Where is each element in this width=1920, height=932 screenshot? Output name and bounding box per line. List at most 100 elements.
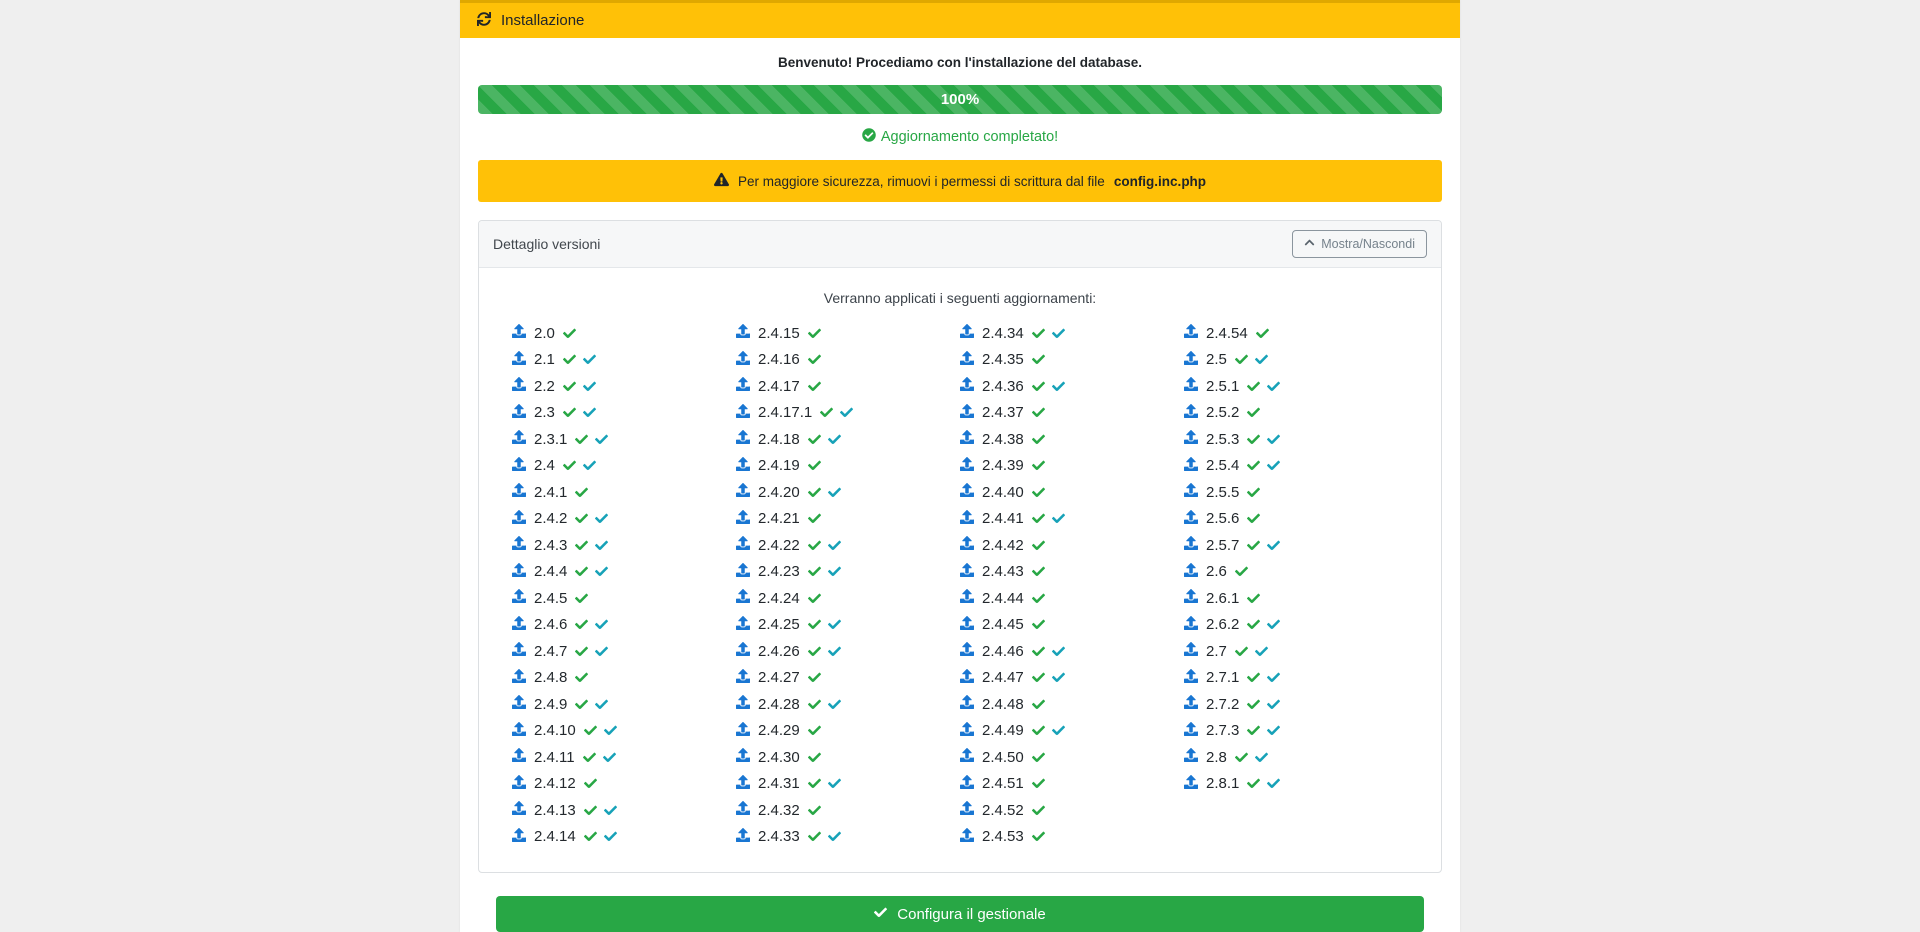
sync-icon — [477, 12, 491, 30]
version-label: 2.4.9 — [534, 696, 567, 713]
configure-button[interactable]: Configura il gestionale — [496, 896, 1424, 932]
version-item: 2.6.2 — [1184, 612, 1408, 639]
green-check-icon — [1032, 433, 1045, 446]
teal-check-icon — [604, 830, 617, 843]
upload-icon — [736, 828, 750, 846]
version-label: 2.4.30 — [758, 749, 800, 766]
green-check-icon — [563, 327, 576, 340]
green-check-icon — [808, 751, 821, 764]
green-check-icon — [1235, 645, 1248, 658]
upload-icon — [736, 404, 750, 422]
upload-icon — [960, 510, 974, 528]
version-checks — [575, 592, 588, 605]
upload-icon — [736, 483, 750, 501]
green-check-icon — [1032, 645, 1045, 658]
upload-icon — [512, 536, 526, 554]
version-label: 2.4.29 — [758, 722, 800, 739]
green-check-icon — [1032, 751, 1045, 764]
version-checks — [575, 618, 608, 631]
installer-content: Benvenuto! Procediamo con l'installazion… — [460, 55, 1460, 932]
green-check-icon — [1256, 327, 1269, 340]
version-checks — [575, 539, 608, 552]
upload-icon — [960, 616, 974, 634]
green-check-icon — [808, 671, 821, 684]
version-checks — [1247, 380, 1280, 393]
version-checks — [1247, 486, 1260, 499]
version-label: 2.4.14 — [534, 828, 576, 845]
version-label: 2.4.10 — [534, 722, 576, 739]
version-checks — [1032, 777, 1045, 790]
upload-icon — [1184, 695, 1198, 713]
version-item: 2.1 — [512, 347, 736, 374]
teal-check-icon — [595, 565, 608, 578]
version-checks — [1032, 327, 1065, 340]
version-label: 2.4.50 — [982, 749, 1024, 766]
green-check-icon — [1247, 539, 1260, 552]
upload-icon — [1184, 669, 1198, 687]
version-checks — [1032, 830, 1045, 843]
version-checks — [1032, 565, 1045, 578]
version-item: 2.4.45 — [960, 612, 1184, 639]
version-label: 2.5.2 — [1206, 404, 1239, 421]
version-checks — [1032, 618, 1045, 631]
green-check-icon — [1235, 751, 1248, 764]
version-item: 2.4.36 — [960, 373, 1184, 400]
version-checks — [575, 486, 588, 499]
show-hide-button[interactable]: Mostra/Nascondi — [1292, 230, 1427, 258]
green-check-icon — [563, 353, 576, 366]
version-item: 2.5.7 — [1184, 532, 1408, 559]
progress-bar: 100% — [478, 85, 1442, 114]
version-item: 2.5.3 — [1184, 426, 1408, 453]
upload-icon — [960, 457, 974, 475]
version-label: 2.8 — [1206, 749, 1227, 766]
green-check-icon — [1247, 512, 1260, 525]
version-checks — [1032, 751, 1045, 764]
version-item: 2.4.24 — [736, 585, 960, 612]
upload-icon — [512, 748, 526, 766]
version-item: 2.4.48 — [960, 691, 1184, 718]
green-check-icon — [1247, 459, 1260, 472]
teal-check-icon — [1267, 433, 1280, 446]
version-item: 2.8.1 — [1184, 771, 1408, 798]
configure-button-label: Configura il gestionale — [897, 906, 1045, 923]
teal-check-icon — [828, 618, 841, 631]
teal-check-icon — [1267, 459, 1280, 472]
version-item: 2.4.52 — [960, 797, 1184, 824]
version-label: 2.6.2 — [1206, 616, 1239, 633]
upload-icon — [736, 722, 750, 740]
version-item: 2.4.19 — [736, 453, 960, 480]
version-checks — [1032, 539, 1045, 552]
warning-file-name: config.inc.php — [1114, 174, 1206, 189]
green-check-icon — [575, 645, 588, 658]
versions-panel-body: Verranno applicati i seguenti aggiorname… — [479, 268, 1441, 872]
version-label: 2.4.39 — [982, 457, 1024, 474]
green-check-icon — [575, 671, 588, 684]
security-warning-alert: Per maggiore sicurezza, rimuovi i permes… — [478, 160, 1442, 202]
version-label: 2.4.40 — [982, 484, 1024, 501]
chevron-up-icon — [1304, 237, 1315, 251]
check-circle-icon — [862, 128, 876, 146]
show-hide-label: Mostra/Nascondi — [1321, 237, 1415, 251]
version-label: 2.5.4 — [1206, 457, 1239, 474]
version-label: 2.4.22 — [758, 537, 800, 554]
version-label: 2.4.26 — [758, 643, 800, 660]
upload-icon — [960, 669, 974, 687]
upload-icon — [736, 669, 750, 687]
upload-icon — [512, 430, 526, 448]
version-label: 2.4.1 — [534, 484, 567, 501]
green-check-icon — [1032, 380, 1045, 393]
warning-text: Per maggiore sicurezza, rimuovi i permes… — [738, 174, 1105, 189]
version-label: 2.4.47 — [982, 669, 1024, 686]
upload-icon — [960, 351, 974, 369]
upload-icon — [1184, 642, 1198, 660]
version-item: 2.4.8 — [512, 665, 736, 692]
version-item: 2.4.15 — [736, 320, 960, 347]
upload-icon — [1184, 377, 1198, 395]
green-check-icon — [1247, 433, 1260, 446]
green-check-icon — [1235, 565, 1248, 578]
teal-check-icon — [1255, 645, 1268, 658]
version-checks — [1235, 751, 1268, 764]
welcome-message: Benvenuto! Procediamo con l'installazion… — [478, 55, 1442, 70]
version-item: 2.4.23 — [736, 559, 960, 586]
version-label: 2.8.1 — [1206, 775, 1239, 792]
